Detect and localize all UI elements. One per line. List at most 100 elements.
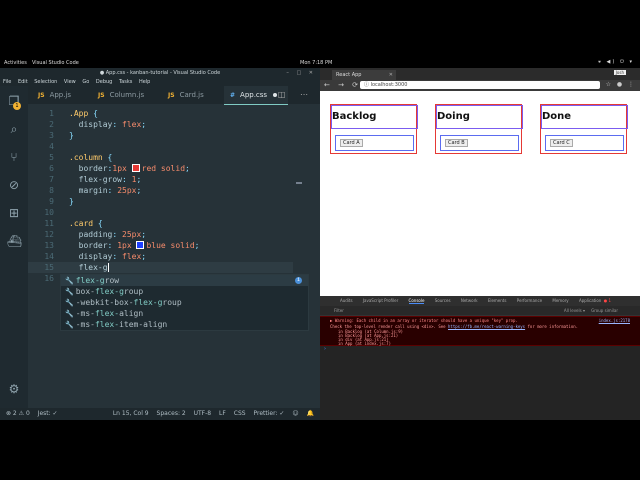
console-prompt[interactable]: ›: [324, 346, 326, 352]
smiley-icon[interactable]: ☺: [292, 410, 298, 417]
red-color-swatch[interactable]: [131, 164, 140, 172]
devtools-tab[interactable]: JavaScript Profiler: [363, 298, 398, 303]
suggestion-item[interactable]: 🔧 -webkit-box-flex-group: [61, 297, 308, 308]
menu-view[interactable]: View: [64, 79, 76, 85]
clock[interactable]: Mon 7:18 PM: [300, 60, 332, 66]
error-source-link[interactable]: index.js:2178: [599, 318, 630, 323]
console-filter[interactable]: Filter: [334, 308, 344, 313]
line-number: 1: [49, 109, 54, 118]
extensions-icon[interactable]: ⊞: [7, 206, 21, 220]
gear-icon[interactable]: ⚙: [7, 382, 21, 396]
card-label[interactable]: Card A: [340, 139, 363, 147]
line-number: 14: [44, 252, 54, 261]
code-line: display: flex;: [78, 252, 147, 261]
group-similar-checkbox[interactable]: Group similar: [591, 306, 618, 315]
devtools-tab-console[interactable]: Console: [408, 298, 425, 304]
trace-line: in App (at index.js:7): [338, 341, 391, 346]
kanban-card: Card B: [440, 135, 519, 151]
suggestion-item[interactable]: 🔧 box-flex-group: [61, 286, 308, 297]
language-mode[interactable]: CSS: [234, 410, 246, 417]
address-bar[interactable]: ⓘ localhost:3000: [360, 81, 600, 89]
code-line: border: 1px blue solid;: [78, 241, 200, 250]
info-icon[interactable]: i: [295, 277, 302, 284]
menu-go[interactable]: Go: [82, 79, 89, 85]
line-number: 8: [49, 186, 54, 195]
kanban-card: Card A: [335, 135, 414, 151]
card-label[interactable]: Card C: [550, 139, 573, 147]
browser-tab[interactable]: React App ✕: [332, 70, 396, 80]
explorer-badge: 1: [13, 102, 21, 110]
suggestion-item[interactable]: 🔧 -ms-flex-align: [61, 308, 308, 319]
error-doc-link[interactable]: https://fb.me/react-warning-keys: [448, 324, 525, 329]
window-controls[interactable]: – □ ✕: [286, 68, 316, 78]
source-control-icon[interactable]: ⑂: [7, 150, 21, 164]
code-line: display: flex;: [78, 120, 147, 129]
eol[interactable]: LF: [219, 410, 226, 417]
indentation[interactable]: Spaces: 2: [157, 410, 186, 417]
browser-menu-icons[interactable]: ☆ ● ⋮: [606, 81, 636, 88]
devtools-panel: Audits JavaScript Profiler Console Sourc…: [320, 296, 640, 420]
code-line: .column {: [69, 153, 113, 162]
autocomplete-dropdown: 🔧 flex-grow i 🔧 box-flex-group 🔧 -webkit-box…: [60, 274, 309, 331]
line-number: 10: [44, 208, 54, 217]
line-number: 5: [49, 153, 54, 162]
status-bar: ⊗ 2 ⚠ 0 Jest: ✓ Ln 15, Col 9 Spaces: 2 U…: [0, 408, 320, 420]
menu-file[interactable]: File: [3, 79, 11, 85]
console-error: ▶ Warning: Each child in an array or ite…: [320, 316, 640, 346]
problems-indicator[interactable]: ⊗ 2 ⚠ 0: [6, 410, 30, 417]
nav-buttons[interactable]: ← → ⟳: [324, 81, 361, 89]
devtools-tab[interactable]: Application: [579, 298, 601, 303]
close-tab-icon[interactable]: ✕: [389, 70, 393, 80]
wrench-icon: 🔧: [65, 321, 74, 329]
suggestion-item[interactable]: 🔧 -ms-flex-item-align: [61, 319, 308, 330]
tab-card-js[interactable]: JS Card.js: [168, 86, 204, 104]
line-number: 12: [44, 230, 54, 239]
jest-status[interactable]: Jest: ✓: [38, 410, 58, 417]
menu-help[interactable]: Help: [139, 79, 150, 85]
line-number: 15: [44, 263, 54, 272]
bell-icon[interactable]: 🔔: [307, 410, 314, 417]
unsaved-dot-icon[interactable]: [273, 93, 278, 97]
cursor-position[interactable]: Ln 15, Col 9: [113, 410, 149, 417]
suggestion-item[interactable]: 🔧 flex-grow i: [61, 275, 308, 286]
docker-icon[interactable]: ⛴: [7, 234, 22, 248]
line-number: 13: [44, 241, 54, 250]
browser-window: React App ✕ Josh ← → ⟳ ⓘ localhost:3000 ☆…: [320, 68, 640, 420]
page-content: Backlog Card A Doing Card B Done Card C: [320, 91, 640, 296]
devtools-tab[interactable]: Sources: [435, 298, 451, 303]
code-line: border:1px red solid;: [78, 164, 190, 173]
encoding[interactable]: UTF-8: [194, 410, 212, 417]
prettier-status[interactable]: Prettier: ✓: [253, 410, 284, 417]
wrench-icon: 🔧: [65, 310, 74, 318]
log-levels-dropdown[interactable]: All levels ▾: [564, 306, 585, 315]
tab-app-js[interactable]: JS App.js: [38, 86, 71, 104]
error-message[interactable]: ▶ Warning: Each child in an array or ite…: [330, 318, 518, 323]
devtools-tab[interactable]: Audits: [340, 298, 353, 303]
debug-icon[interactable]: ⊘: [7, 178, 21, 192]
line-number: 11: [44, 219, 54, 228]
activity-bar: ❐ 1 ⌕ ⑂ ⊘ ⊞ ⛴ ⚙: [0, 86, 28, 410]
devtools-tab[interactable]: Memory: [552, 298, 568, 303]
editor-actions[interactable]: ◫ ⋯: [278, 90, 314, 99]
activities-button[interactable]: Activities: [4, 60, 27, 66]
window-title: ● App.css - kanban-tutorial - Visual Stu…: [99, 70, 221, 76]
menu-tasks[interactable]: Tasks: [119, 79, 132, 85]
browser-tab-strip: React App ✕ Josh: [320, 68, 640, 80]
error-count[interactable]: ● 1: [604, 296, 611, 306]
profile-button[interactable]: Josh: [613, 70, 626, 75]
code-editor[interactable]: 1 2 3 4 5 6 7 8 9 10 11 12 13 14 15 16 .…: [28, 104, 320, 410]
menu-edit[interactable]: Edit: [18, 79, 28, 85]
system-top-bar: Activities Visual Studio Code Mon 7:18 P…: [0, 0, 640, 68]
tab-column-js[interactable]: JS Column.js: [98, 86, 144, 104]
menu-selection[interactable]: Selection: [34, 79, 57, 85]
system-tray-icons[interactable]: ⚹ ◀) ⏻ ▾: [598, 59, 634, 65]
devtools-tab[interactable]: Performance: [517, 298, 542, 303]
blue-color-swatch[interactable]: [136, 241, 145, 249]
card-label[interactable]: Card B: [445, 139, 468, 147]
wrench-icon: 🔧: [65, 277, 74, 285]
devtools-tab[interactable]: Elements: [488, 298, 507, 303]
devtools-tab[interactable]: Network: [461, 298, 478, 303]
app-menu[interactable]: Visual Studio Code: [32, 60, 79, 66]
search-icon[interactable]: ⌕: [7, 122, 21, 136]
menu-debug[interactable]: Debug: [96, 79, 112, 85]
